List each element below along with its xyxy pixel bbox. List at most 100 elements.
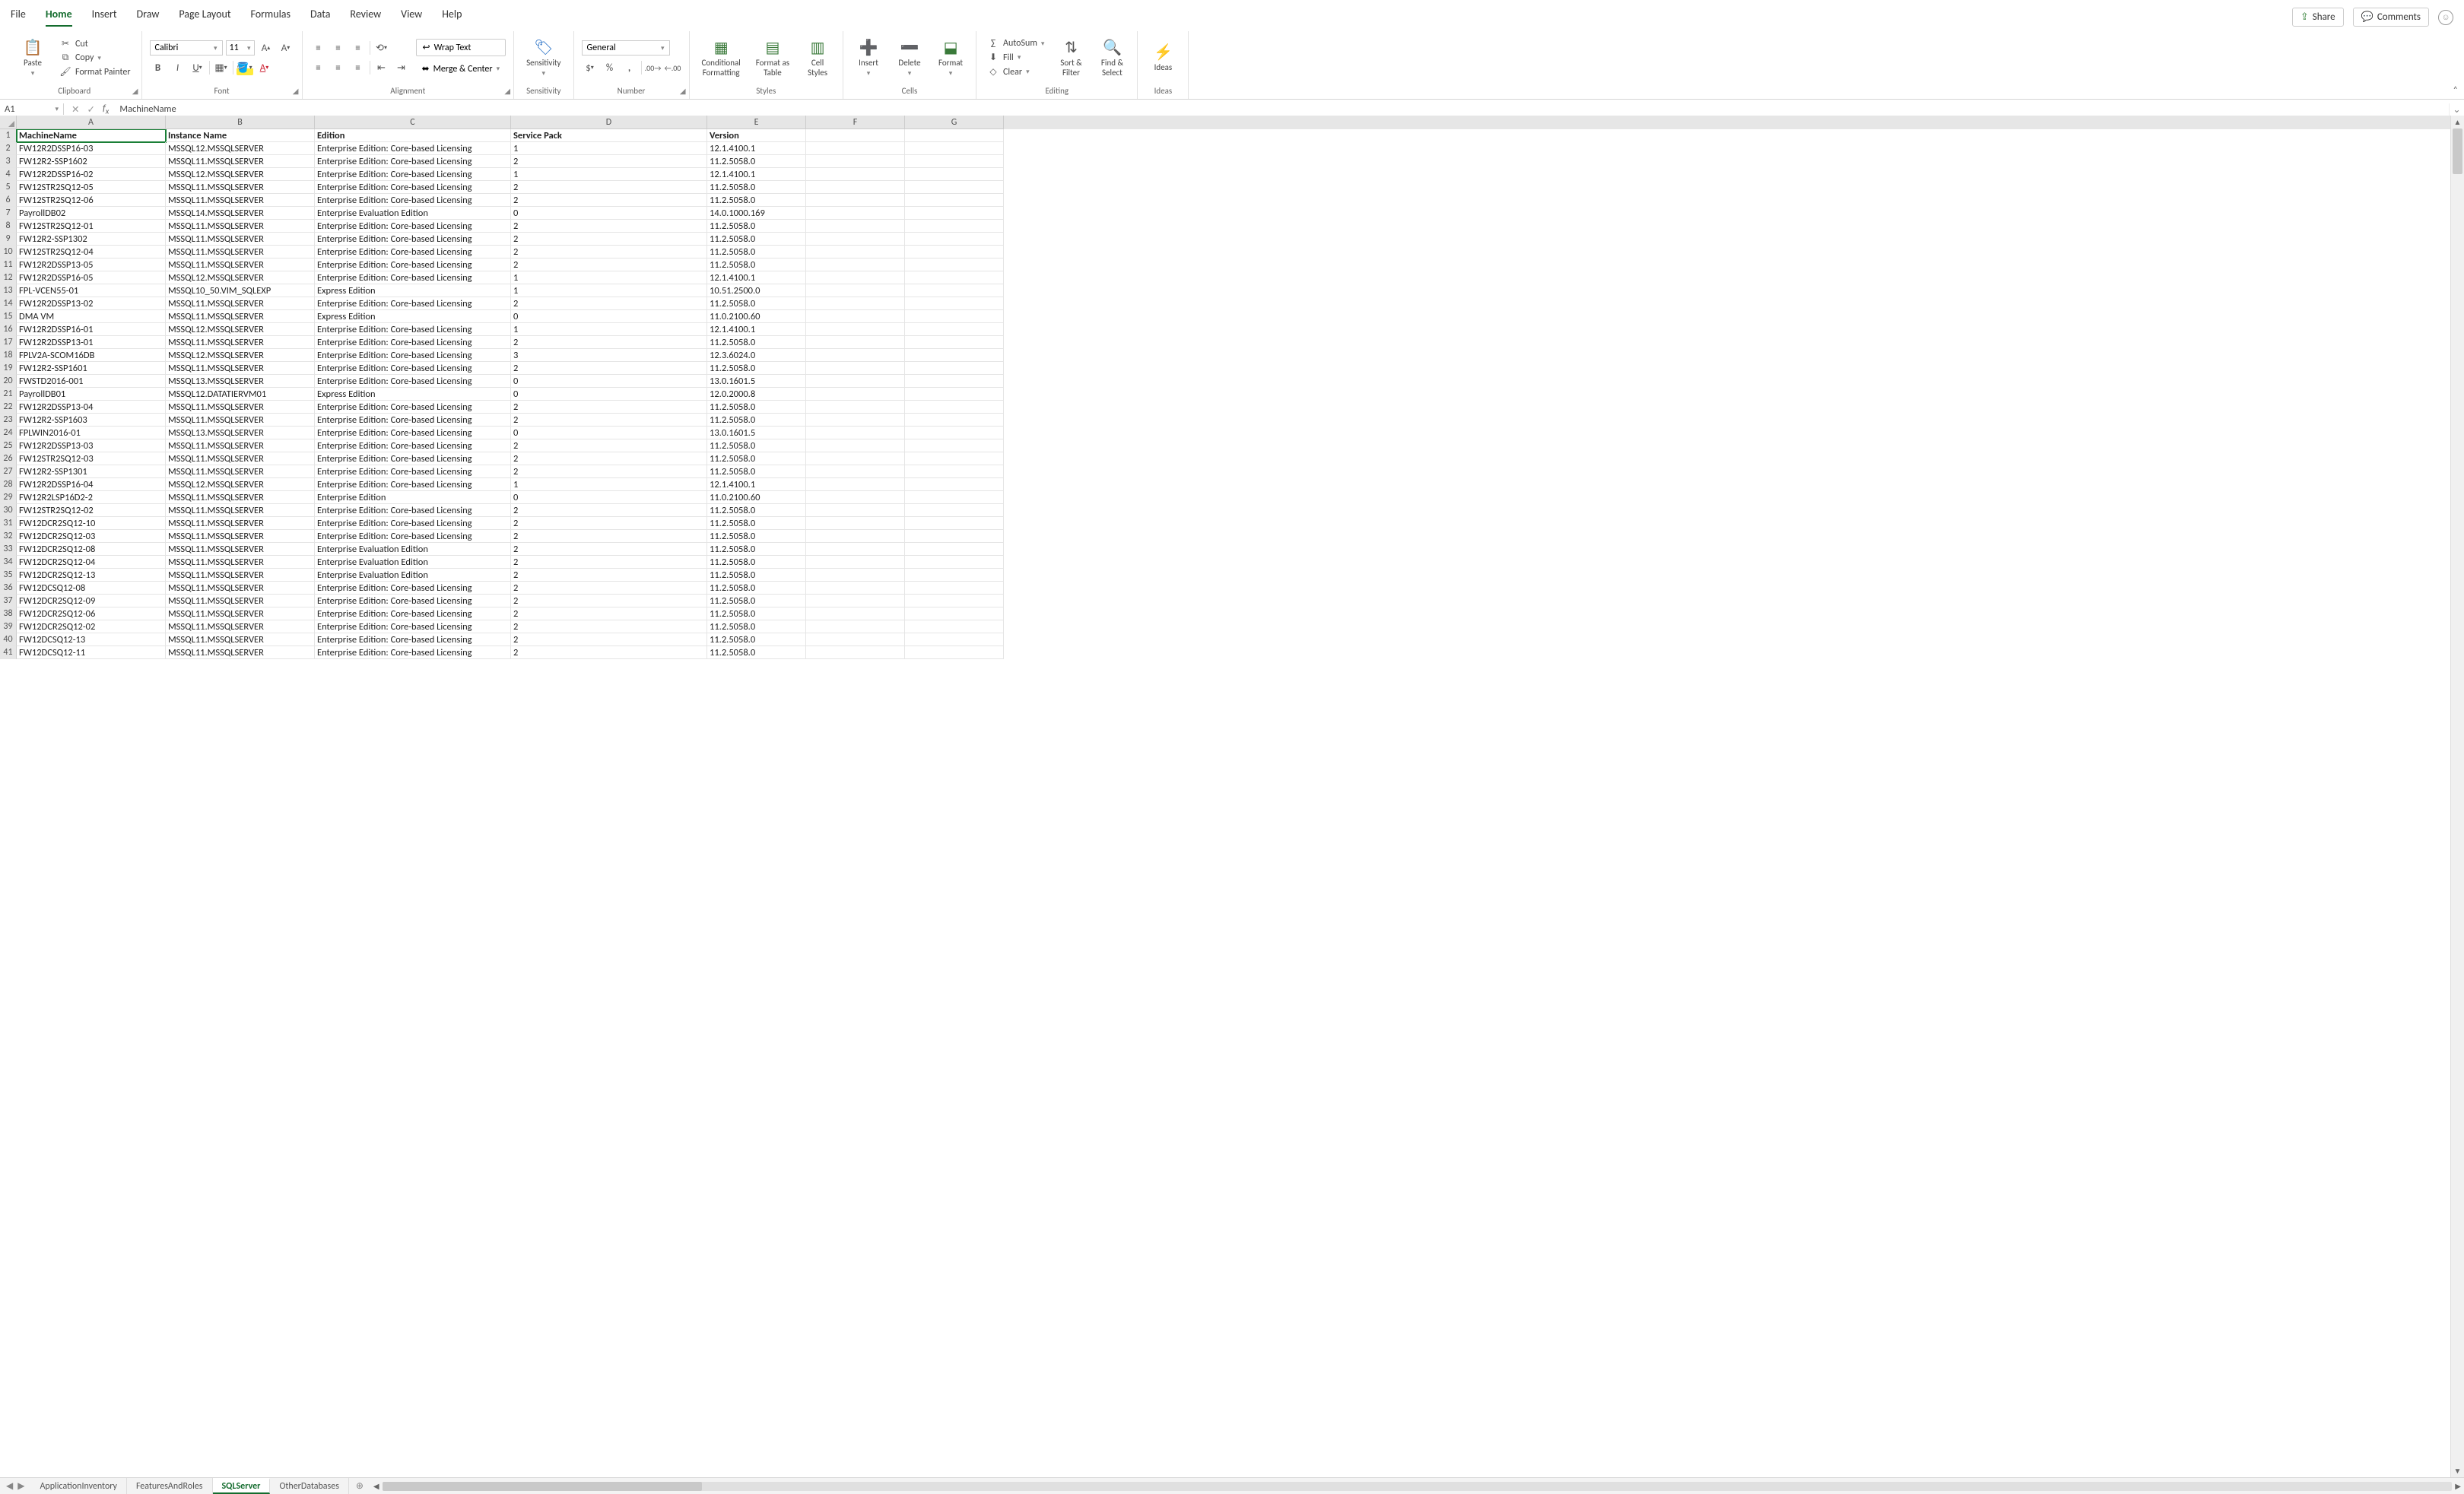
fill-button[interactable]: ⬇Fill▾ [984, 51, 1047, 64]
cell[interactable]: FPLWIN2016-01 [17, 427, 166, 439]
format-cells-button[interactable]: ⬓Format▾ [933, 33, 968, 82]
cell[interactable] [806, 181, 905, 194]
cell[interactable]: FW12R2-SSP1601 [17, 362, 166, 375]
cell[interactable] [806, 142, 905, 155]
cell[interactable] [905, 517, 1004, 530]
cell[interactable] [905, 530, 1004, 543]
cell[interactable]: MSSQL11.MSSQLSERVER [166, 233, 315, 246]
cell[interactable]: MSSQL12.MSSQLSERVER [166, 349, 315, 362]
increase-decimal-icon[interactable]: .00→ [645, 60, 662, 75]
cell[interactable] [905, 620, 1004, 633]
cell[interactable]: 13.0.1601.5 [707, 375, 806, 388]
cell[interactable] [905, 543, 1004, 556]
cell[interactable] [806, 194, 905, 207]
cell[interactable]: 11.2.5058.0 [707, 246, 806, 259]
clear-button[interactable]: ◇Clear▾ [984, 65, 1047, 78]
cell[interactable]: MSSQL12.MSSQLSERVER [166, 142, 315, 155]
sensitivity-button[interactable]: 🏷 Sensitivity ▾ [522, 33, 565, 82]
row-header[interactable]: 2 [0, 142, 17, 155]
cell[interactable]: 11.2.5058.0 [707, 414, 806, 427]
cell[interactable]: MSSQL11.MSSQLSERVER [166, 595, 315, 607]
row-header[interactable]: 16 [0, 323, 17, 336]
cell[interactable]: 2 [511, 543, 707, 556]
cell[interactable]: Enterprise Edition: Core-based Licensing [315, 633, 511, 646]
cell[interactable]: FW12R2-SSP1302 [17, 233, 166, 246]
cell[interactable] [905, 362, 1004, 375]
cell[interactable]: 11.2.5058.0 [707, 220, 806, 233]
cell[interactable]: MSSQL14.MSSQLSERVER [166, 207, 315, 220]
cell[interactable]: 2 [511, 362, 707, 375]
row-header[interactable]: 25 [0, 439, 17, 452]
cell[interactable] [806, 491, 905, 504]
row-header[interactable]: 4 [0, 168, 17, 181]
cell[interactable]: FW12STR2SQ12-03 [17, 452, 166, 465]
cell[interactable]: 2 [511, 452, 707, 465]
cell[interactable]: Express Edition [315, 388, 511, 401]
select-all-corner[interactable] [0, 116, 17, 129]
cell[interactable] [806, 530, 905, 543]
cell[interactable]: 1 [511, 168, 707, 181]
cell[interactable]: Enterprise Evaluation Edition [315, 569, 511, 582]
cell[interactable] [905, 155, 1004, 168]
cell[interactable] [905, 388, 1004, 401]
cell[interactable]: MSSQL13.MSSQLSERVER [166, 375, 315, 388]
cell[interactable]: 11.0.2100.60 [707, 491, 806, 504]
cell[interactable]: Enterprise Edition: Core-based Licensing [315, 271, 511, 284]
cell[interactable]: 14.0.1000.169 [707, 207, 806, 220]
cell[interactable] [806, 220, 905, 233]
dialog-launcher-icon[interactable]: ◢ [680, 86, 686, 96]
cut-button[interactable]: ✂Cut [56, 37, 134, 50]
row-header[interactable]: 38 [0, 607, 17, 620]
cell[interactable] [905, 478, 1004, 491]
cell[interactable]: Service Pack [511, 129, 707, 142]
row-header[interactable]: 22 [0, 401, 17, 414]
cell[interactable]: Enterprise Edition: Core-based Licensing [315, 439, 511, 452]
cell[interactable]: 2 [511, 465, 707, 478]
cell[interactable]: FW12DCSQ12-08 [17, 582, 166, 595]
cell[interactable]: Enterprise Edition: Core-based Licensing [315, 297, 511, 310]
tab-draw[interactable]: Draw [137, 8, 160, 27]
cell[interactable]: 0 [511, 491, 707, 504]
cell[interactable]: 11.2.5058.0 [707, 543, 806, 556]
cell[interactable]: 3 [511, 349, 707, 362]
cell[interactable] [806, 569, 905, 582]
orientation-icon[interactable]: ⟲▾ [373, 40, 390, 56]
cell[interactable]: 11.2.5058.0 [707, 439, 806, 452]
cell[interactable]: 2 [511, 633, 707, 646]
number-format-select[interactable]: General▾ [582, 40, 670, 56]
cell[interactable]: 12.1.4100.1 [707, 142, 806, 155]
cell[interactable]: 11.2.5058.0 [707, 259, 806, 271]
cell[interactable]: Enterprise Edition: Core-based Licensing [315, 465, 511, 478]
cell[interactable]: FW12R2DSSP16-01 [17, 323, 166, 336]
cell[interactable]: MSSQL11.MSSQLSERVER [166, 556, 315, 569]
sort-filter-button[interactable]: ⇅Sort & Filter [1053, 33, 1088, 82]
row-header[interactable]: 3 [0, 155, 17, 168]
cell[interactable]: MSSQL11.MSSQLSERVER [166, 607, 315, 620]
cell[interactable]: 2 [511, 607, 707, 620]
copy-button[interactable]: ⧉Copy▾ [56, 52, 134, 64]
cell[interactable]: 11.2.5058.0 [707, 633, 806, 646]
row-header[interactable]: 17 [0, 336, 17, 349]
horizontal-scrollbar[interactable]: ◀ ▶ [370, 1478, 2464, 1494]
tab-home[interactable]: Home [46, 8, 72, 27]
cell[interactable]: 11.2.5058.0 [707, 465, 806, 478]
tab-review[interactable]: Review [350, 8, 381, 27]
cell[interactable]: FW12R2DSSP16-04 [17, 478, 166, 491]
row-header[interactable]: 18 [0, 349, 17, 362]
row-header[interactable]: 28 [0, 478, 17, 491]
cell[interactable]: FW12R2-SSP1603 [17, 414, 166, 427]
cell[interactable]: MSSQL12.MSSQLSERVER [166, 271, 315, 284]
cell[interactable]: MSSQL11.MSSQLSERVER [166, 297, 315, 310]
cell[interactable]: 0 [511, 310, 707, 323]
cell[interactable]: Enterprise Edition: Core-based Licensing [315, 620, 511, 633]
font-color-button[interactable]: A▾ [256, 60, 273, 75]
cell[interactable]: MSSQL11.MSSQLSERVER [166, 582, 315, 595]
sheet-tab-sqlserver[interactable]: SQLServer [213, 1478, 271, 1494]
cell[interactable]: 2 [511, 401, 707, 414]
cell-styles-button[interactable]: ▥Cell Styles [800, 33, 835, 82]
cell[interactable]: MSSQL11.MSSQLSERVER [166, 246, 315, 259]
col-header[interactable]: D [511, 116, 707, 129]
cell[interactable] [905, 646, 1004, 659]
cell[interactable]: Enterprise Edition: Core-based Licensing [315, 452, 511, 465]
cell[interactable] [905, 633, 1004, 646]
